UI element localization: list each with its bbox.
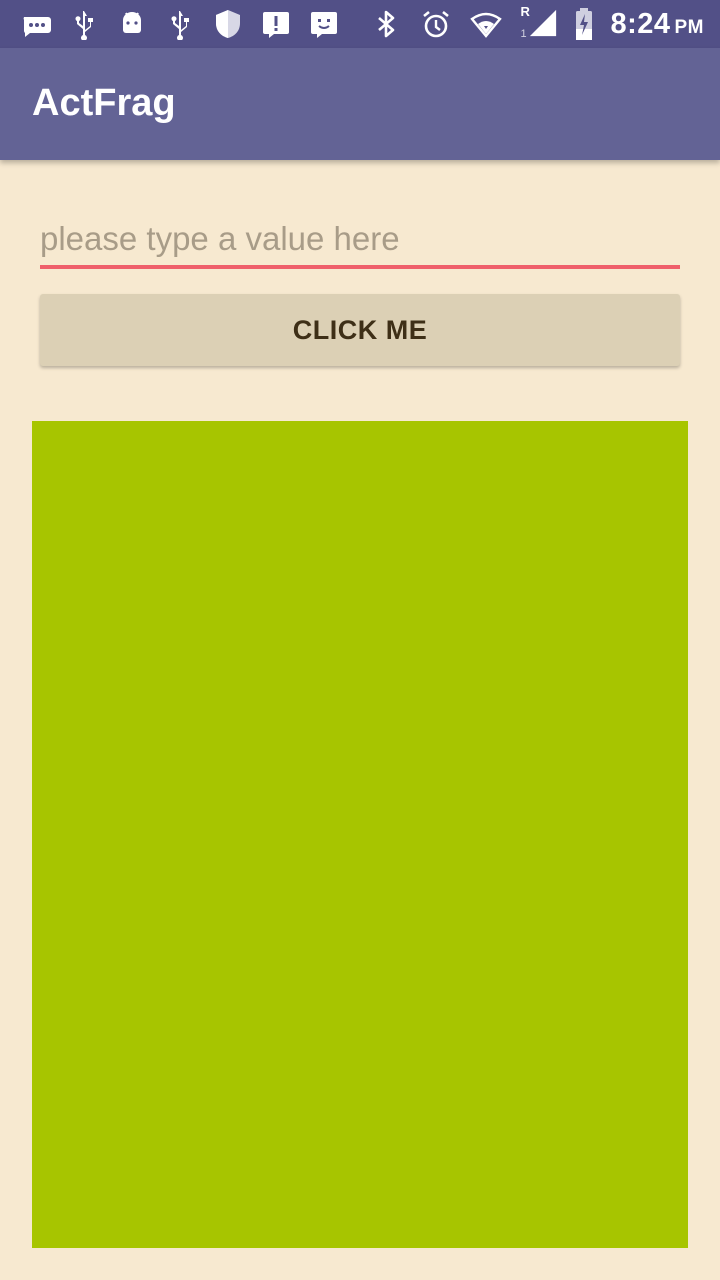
status-left-icons [18,6,342,42]
screen-face-icon [306,6,342,42]
input-underline [40,265,680,269]
app-title: ActFrag [32,82,176,124]
cell-signal-icon: R 1 [518,4,558,42]
status-bar: R 1 8:24 PM [0,0,720,48]
click-me-button[interactable]: CLICK ME [40,294,680,366]
usb-icon [66,6,102,42]
bluetooth-icon [368,6,404,42]
chat-bubble-icon [18,6,54,42]
alarm-icon [418,6,454,42]
status-clock: 8:24 PM [610,8,704,41]
clock-ampm: PM [674,16,704,38]
battery-charging-icon [572,6,596,42]
shield-icon [210,6,246,42]
clock-time: 8:24 [610,7,671,40]
alert-icon [258,6,294,42]
value-input[interactable] [40,212,680,266]
fragment-container [32,421,688,1248]
sim-slot-label: 1 [520,28,527,40]
wifi-icon [468,6,504,42]
android-icon [114,6,150,42]
app-bar: ActFrag [0,48,720,160]
value-input-container [40,212,680,270]
usb-icon [162,6,198,42]
status-right-icons: R 1 8:24 PM [368,4,704,42]
